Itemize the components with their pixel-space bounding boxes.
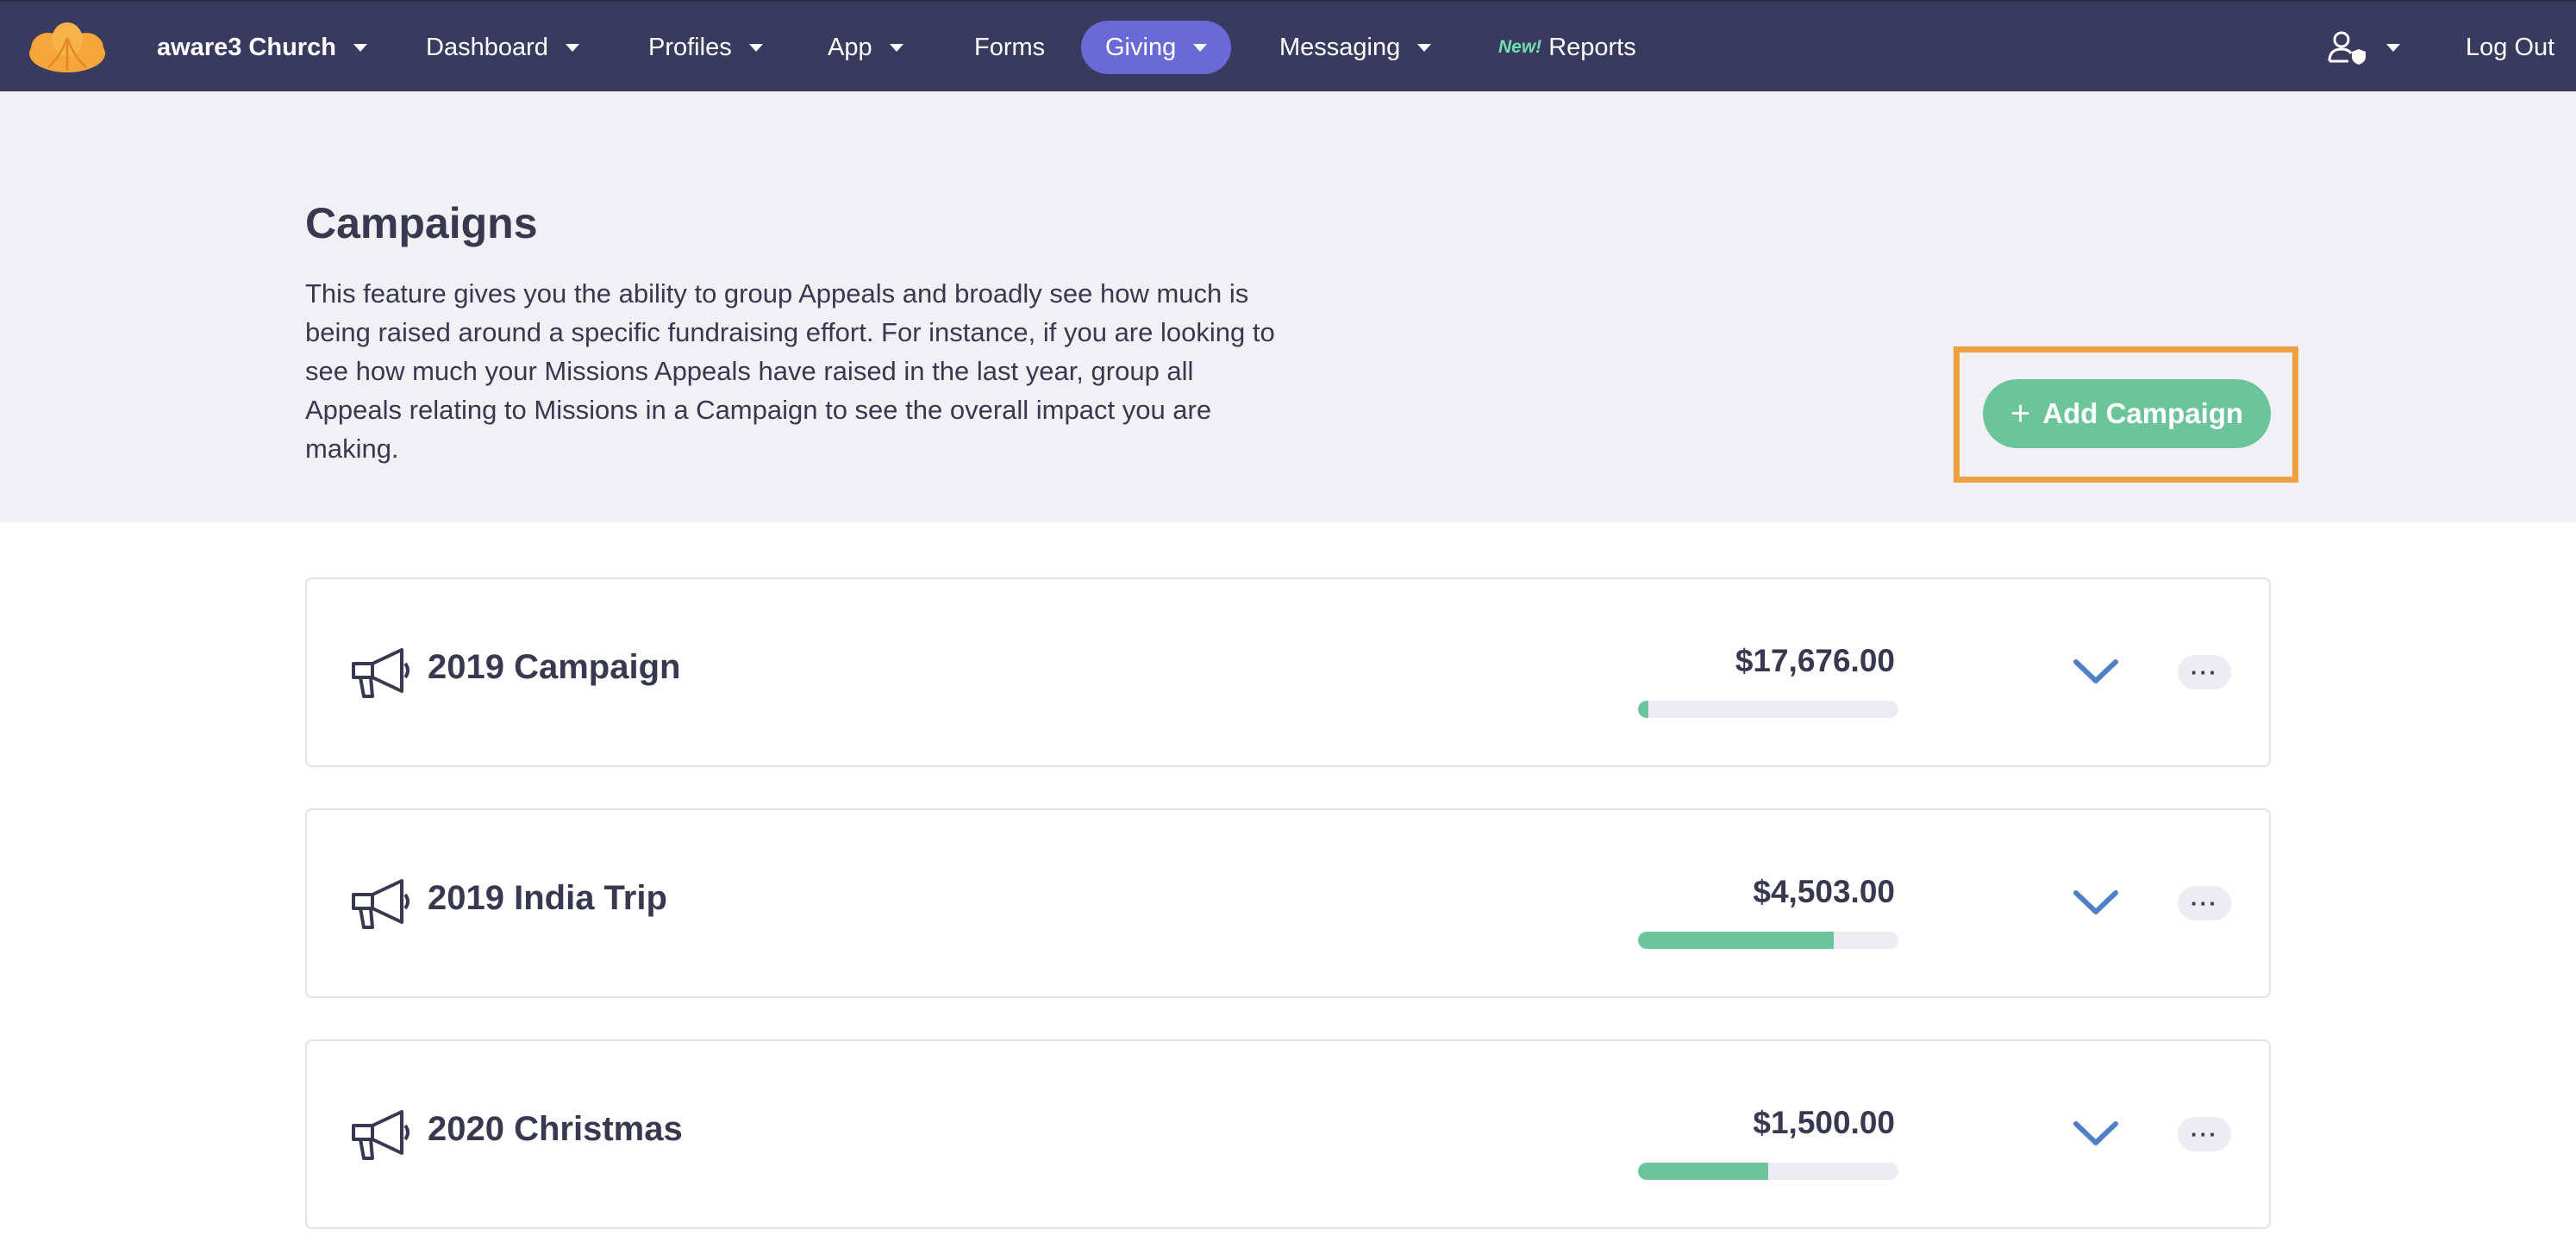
nav-giving[interactable]: Giving bbox=[1081, 21, 1232, 74]
logout-link[interactable]: Log Out bbox=[2442, 21, 2576, 74]
caret-down-icon bbox=[353, 43, 367, 52]
campaign-progress-fill bbox=[1638, 701, 1649, 718]
logout-label: Log Out bbox=[2466, 33, 2555, 61]
campaign-amount: $17,676.00 bbox=[1735, 643, 1895, 678]
campaign-name: 2019 India Trip bbox=[428, 879, 667, 917]
nav-forms-label: Forms bbox=[974, 33, 1046, 61]
campaign-card[interactable]: 2019 India Trip $4,503.00 ··· bbox=[305, 808, 2271, 998]
nav-forms[interactable]: Forms bbox=[950, 21, 1069, 74]
campaign-progress-fill bbox=[1638, 1163, 1768, 1180]
nav-profiles[interactable]: Profiles bbox=[624, 21, 787, 74]
org-name: aware3 Church bbox=[157, 33, 336, 61]
nav-reports-label: Reports bbox=[1548, 33, 1636, 61]
campaign-name: 2019 Campaign bbox=[428, 648, 681, 686]
more-options-button[interactable]: ··· bbox=[2178, 886, 2231, 920]
more-options-button[interactable]: ··· bbox=[2178, 655, 2231, 689]
campaign-progress-bar bbox=[1638, 932, 1898, 949]
campaign-card[interactable]: 2020 Christmas $1,500.00 ··· bbox=[305, 1039, 2271, 1229]
campaign-name: 2020 Christmas bbox=[428, 1110, 683, 1148]
caret-down-icon bbox=[1417, 43, 1432, 52]
megaphone-icon bbox=[352, 1110, 410, 1160]
nav-dashboard-label: Dashboard bbox=[426, 33, 548, 61]
campaign-progress-fill bbox=[1638, 932, 1834, 949]
add-campaign-button[interactable]: + Add Campaign bbox=[1983, 379, 2271, 448]
caret-down-icon bbox=[748, 43, 763, 52]
caret-down-icon bbox=[2386, 43, 2400, 52]
nav-app-label: App bbox=[828, 33, 872, 61]
page-title: Campaigns bbox=[305, 199, 538, 247]
chevron-down-icon[interactable] bbox=[2066, 1115, 2126, 1153]
nav-reports[interactable]: New! Reports bbox=[1474, 21, 1660, 74]
aware3-logo-icon[interactable] bbox=[26, 19, 109, 74]
caret-down-icon bbox=[889, 43, 903, 52]
caret-down-icon bbox=[565, 43, 579, 52]
more-options-button[interactable]: ··· bbox=[2178, 1117, 2231, 1151]
caret-down-icon bbox=[1193, 43, 1208, 52]
nav-dashboard[interactable]: Dashboard bbox=[402, 21, 603, 74]
add-campaign-label: Add Campaign bbox=[2042, 397, 2244, 429]
user-menu-button[interactable] bbox=[2304, 21, 2424, 74]
nav-messaging-label: Messaging bbox=[1279, 33, 1401, 61]
page-description: This feature gives you the ability to gr… bbox=[305, 278, 1275, 464]
plus-icon: + bbox=[2010, 395, 2031, 433]
nav-giving-label: Giving bbox=[1105, 33, 1177, 61]
megaphone-icon bbox=[352, 648, 410, 698]
nav-profiles-label: Profiles bbox=[648, 33, 732, 61]
campaign-progress-bar bbox=[1638, 1163, 1898, 1180]
campaign-amount: $4,503.00 bbox=[1753, 874, 1895, 909]
megaphone-icon bbox=[352, 879, 410, 929]
org-switcher-dropdown[interactable]: aware3 Church bbox=[133, 21, 391, 74]
campaign-card[interactable]: 2019 Campaign $17,676.00 ··· bbox=[305, 577, 2271, 767]
nav-app[interactable]: App bbox=[803, 21, 928, 74]
nav-messaging[interactable]: Messaging bbox=[1255, 21, 1455, 74]
user-shield-icon bbox=[2328, 31, 2366, 65]
campaign-amount: $1,500.00 bbox=[1753, 1105, 1895, 1140]
campaign-progress-bar bbox=[1638, 701, 1898, 718]
top-navbar: aware3 Church Dashboard Profiles App For… bbox=[0, 0, 2576, 91]
chevron-down-icon[interactable] bbox=[2066, 653, 2126, 691]
chevron-down-icon[interactable] bbox=[2066, 884, 2126, 922]
new-badge: New! bbox=[1498, 37, 1542, 57]
